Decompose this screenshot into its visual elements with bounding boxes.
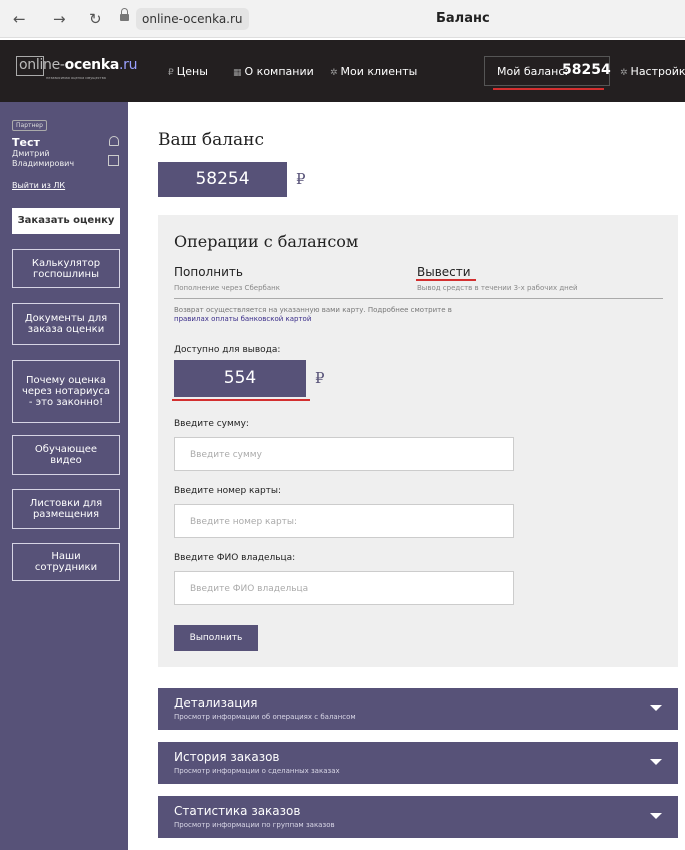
owner-name-input[interactable]: Введите ФИО владельца (174, 571, 514, 605)
tab-topup[interactable]: Пополнить (174, 265, 243, 279)
tabs-divider (174, 298, 663, 299)
header-balance[interactable]: Мой баланс: 58254 (484, 56, 611, 86)
header-balance-value: 58254 (562, 62, 611, 78)
sidebar-item-documents[interactable]: Документы для заказа оценки (12, 303, 120, 345)
sidebar-item-flyers[interactable]: Листовки для размещения (12, 489, 120, 529)
forward-arrow-icon[interactable]: → (53, 10, 66, 28)
owner-label: Введите ФИО владельца: (174, 553, 296, 563)
page-title: Ваш баланс (158, 130, 264, 150)
accordion-details[interactable]: Детализация Просмотр информации об опера… (158, 688, 678, 730)
accordion-subtitle: Просмотр информации об операциях с балан… (174, 713, 356, 721)
settings-icon: ✲ (620, 68, 628, 78)
reload-icon[interactable]: ↻ (89, 10, 102, 28)
sidebar: Партнер Тест Дмитрий Владимирович Выйти … (0, 102, 128, 850)
operations-title: Операции с балансом (174, 232, 359, 251)
address-bar[interactable]: online-ocenka.ru (136, 8, 249, 30)
lock-icon (120, 8, 129, 22)
card-label: Введите номер карты: (174, 486, 282, 496)
nav-prices[interactable]: ₽ Цены (168, 65, 208, 78)
accordion-subtitle: Просмотр информации по группам заказов (174, 821, 335, 829)
nav-clients[interactable]: ✲ Мои клиенты (330, 65, 417, 78)
accordion-title: Детализация (174, 696, 258, 710)
ruble-icon: ₽ (168, 68, 174, 78)
accordion-order-stats[interactable]: Статистика заказов Просмотр информации п… (158, 796, 678, 838)
highlight-underline (416, 279, 476, 281)
logo-subtitle: независимая оценка имущества (46, 76, 106, 80)
building-icon: ▦ (233, 68, 242, 78)
sidebar-item-video[interactable]: Обучающее видео (12, 435, 120, 475)
highlight-underline (172, 399, 310, 401)
ruble-sign: ₽ (315, 369, 325, 387)
bell-icon[interactable] (109, 136, 119, 146)
balance-operations-panel: Операции с балансом Пополнить Пополнение… (158, 215, 678, 667)
page-tab-title: Баланс (436, 11, 490, 26)
amount-input[interactable]: Введите сумму (174, 437, 514, 471)
amount-label: Введите сумму: (174, 419, 249, 429)
available-amount: 554 (174, 360, 306, 397)
balance-value: 58254 (158, 162, 287, 197)
tab-topup-subtitle: Пополнение через Сбербанк (174, 284, 280, 292)
order-appraisal-button[interactable]: Заказать оценку (12, 208, 120, 234)
available-label: Доступно для вывода: (174, 345, 281, 355)
logout-link[interactable]: Выйти из ЛК (12, 181, 65, 190)
site-logo[interactable]: online-ocenka.ru независимая оценка имущ… (16, 56, 138, 82)
tab-withdraw[interactable]: Вывести (417, 265, 471, 279)
chevron-down-icon[interactable] (650, 759, 662, 765)
chevron-down-icon[interactable] (650, 813, 662, 819)
refund-notice: Возврат осуществляется на указанную вами… (174, 306, 452, 323)
user-full-name: Дмитрий Владимирович (12, 149, 75, 168)
header-balance-label: Мой баланс: (497, 65, 569, 78)
site-header: online-ocenka.ru независимая оценка имущ… (0, 40, 685, 102)
tab-withdraw-subtitle: Вывод средств в течении 3-х рабочих дней (417, 284, 578, 292)
nav-about[interactable]: ▦ О компании (233, 65, 314, 78)
nav-settings[interactable]: ✲Настройки (620, 65, 685, 78)
ruble-sign: ₽ (296, 170, 306, 188)
submit-button[interactable]: Выполнить (174, 625, 258, 651)
chevron-down-icon[interactable] (650, 705, 662, 711)
highlight-underline (493, 88, 604, 90)
sidebar-item-calculator[interactable]: Калькулятор госпошлины (12, 249, 120, 288)
sidebar-item-staff[interactable]: Наши сотрудники (12, 543, 120, 581)
user-short-name: Тест (12, 136, 40, 149)
edit-icon[interactable] (108, 155, 119, 166)
accordion-title: Статистика заказов (174, 804, 301, 818)
asterisk-icon: ✲ (330, 68, 338, 78)
browser-toolbar: ← → ↻ online-ocenka.ru Баланс (0, 0, 685, 38)
back-arrow-icon[interactable]: ← (13, 10, 26, 28)
sidebar-item-notary[interactable]: Почему оценка через нотариуса - это зако… (12, 360, 120, 423)
accordion-title: История заказов (174, 750, 280, 764)
accordion-order-history[interactable]: История заказов Просмотр информации о сд… (158, 742, 678, 784)
accordion-subtitle: Просмотр информации о сделанных заказах (174, 767, 340, 775)
payment-rules-link[interactable]: правилах оплаты банковской картой (174, 315, 311, 323)
card-number-input[interactable]: Введите номер карты: (174, 504, 514, 538)
partner-badge: Партнер (12, 120, 47, 131)
